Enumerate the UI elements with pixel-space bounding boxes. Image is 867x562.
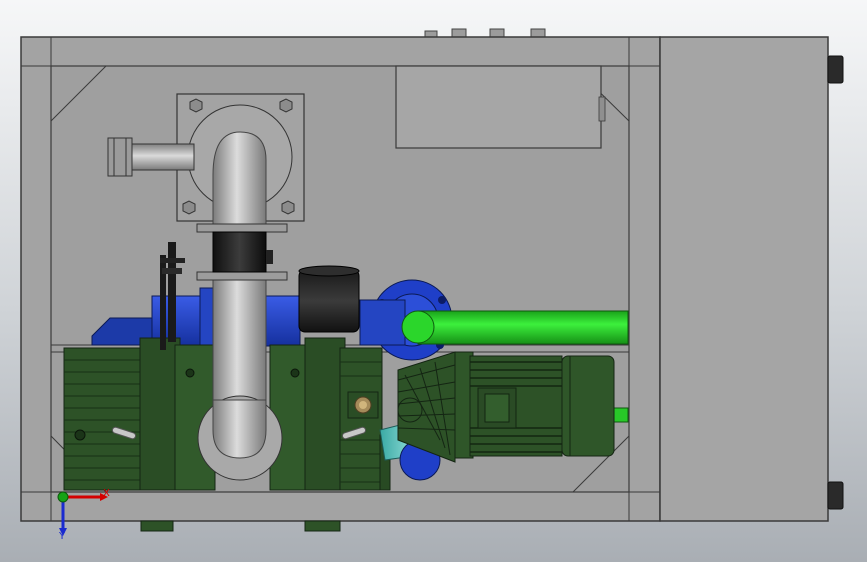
triad-y-label: Y xyxy=(59,531,66,542)
black-tank[interactable] xyxy=(298,265,360,333)
triad-z-axis xyxy=(57,491,69,503)
green-motor[interactable] xyxy=(454,351,615,459)
triad-x-label: X xyxy=(103,488,110,499)
assembly-scene[interactable] xyxy=(0,0,867,562)
side-nozzle[interactable] xyxy=(107,137,195,177)
cad-viewport[interactable]: X Y xyxy=(0,0,867,562)
